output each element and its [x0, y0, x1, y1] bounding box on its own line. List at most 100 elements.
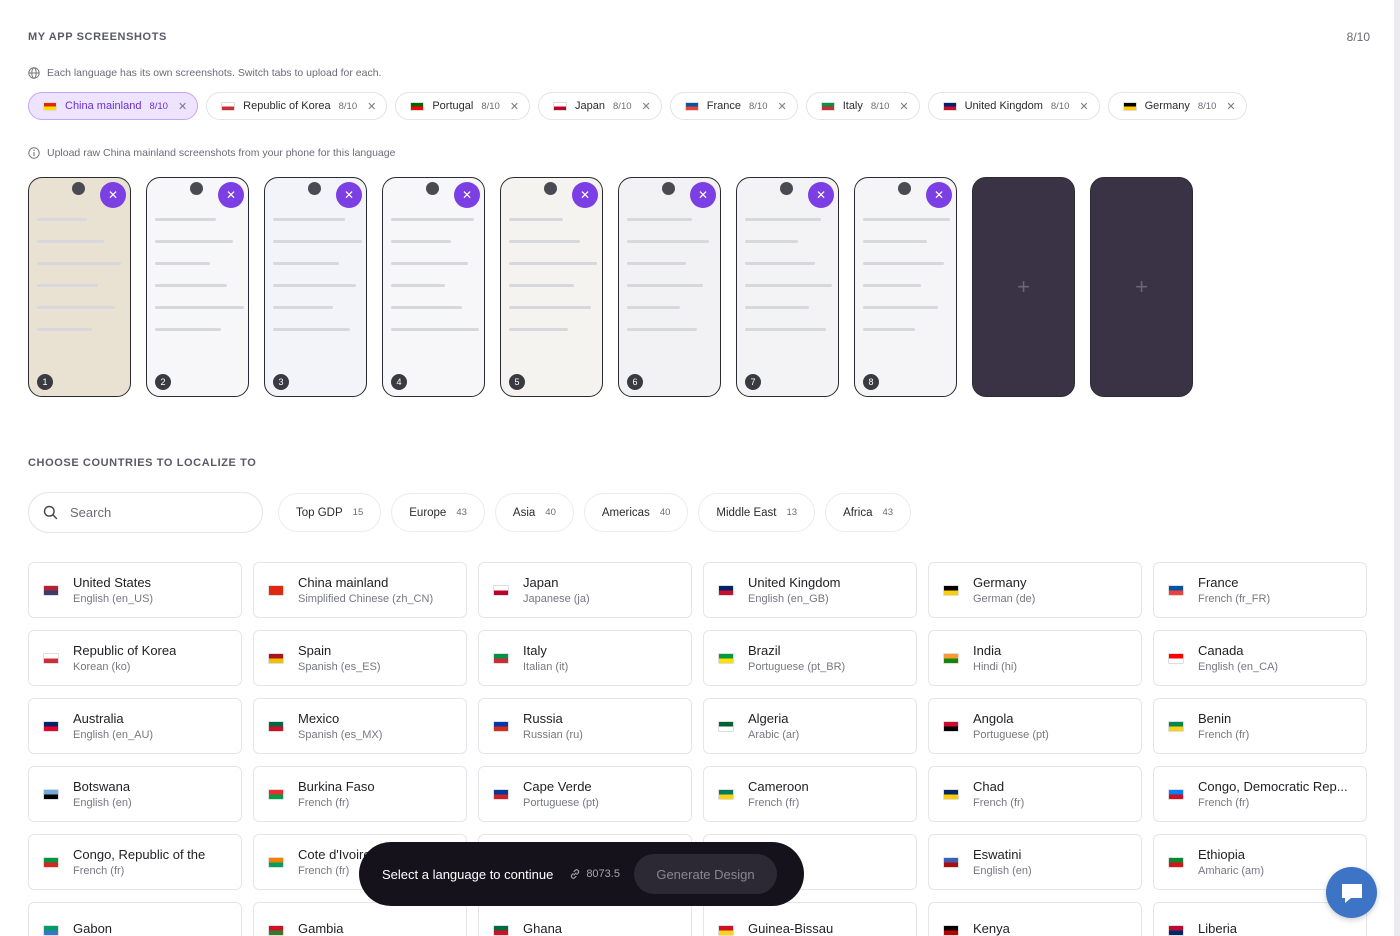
flag-icon [943, 584, 959, 596]
country-card[interactable]: Canada English (en_CA) [1153, 630, 1367, 686]
screenshot-thumbnail[interactable]: ✕ 7 [736, 177, 839, 397]
drag-handle-icon[interactable] [898, 182, 911, 195]
country-card[interactable]: United Kingdom English (en_GB) [703, 562, 917, 618]
tab-portugal[interactable]: Portugal 8/10 ✕ [395, 92, 531, 120]
flag-icon [268, 788, 284, 800]
tab-republic-of-korea[interactable]: Republic of Korea 8/10 ✕ [206, 92, 388, 120]
country-card[interactable]: Japan Japanese (ja) [478, 562, 692, 618]
country-card[interactable]: Algeria Arabic (ar) [703, 698, 917, 754]
tab-italy[interactable]: Italy 8/10 ✕ [805, 92, 920, 120]
country-card[interactable]: Brazil Portuguese (pt_BR) [703, 630, 917, 686]
country-card[interactable]: Spain Spanish (es_ES) [253, 630, 467, 686]
country-card[interactable]: India Hindi (hi) [928, 630, 1142, 686]
close-icon[interactable]: ✕ [367, 100, 376, 113]
remove-screenshot-button[interactable]: ✕ [100, 182, 126, 208]
country-card[interactable]: Chad French (fr) [928, 766, 1142, 822]
tab-china-mainland[interactable]: China mainland 8/10 ✕ [28, 92, 199, 120]
country-card[interactable]: Eswatini English (en) [928, 834, 1142, 890]
screenshot-thumbnail[interactable]: ✕ 1 [28, 177, 131, 397]
country-card[interactable]: Germany German (de) [928, 562, 1142, 618]
country-card[interactable]: Congo, Republic of the French (fr) [28, 834, 242, 890]
country-card[interactable]: Mexico Spanish (es_MX) [253, 698, 467, 754]
close-icon[interactable]: ✕ [1079, 100, 1088, 113]
country-card[interactable]: Botswana English (en) [28, 766, 242, 822]
country-card[interactable]: United States English (en_US) [28, 562, 242, 618]
drag-handle-icon[interactable] [662, 182, 675, 195]
country-card[interactable]: China mainland Simplified Chinese (zh_CN) [253, 562, 467, 618]
remove-screenshot-button[interactable]: ✕ [218, 182, 244, 208]
country-text: Benin French (fr) [1198, 711, 1249, 741]
screenshot-thumbnail[interactable]: ✕ 4 [382, 177, 485, 397]
country-card[interactable]: Russia Russian (ru) [478, 698, 692, 754]
country-text: Burkina Faso French (fr) [298, 779, 375, 809]
content-line [37, 328, 92, 331]
remove-screenshot-button[interactable]: ✕ [454, 182, 480, 208]
close-icon[interactable]: ✕ [178, 100, 187, 113]
drag-handle-icon[interactable] [72, 182, 85, 195]
drag-handle-icon[interactable] [544, 182, 557, 195]
drag-handle-icon[interactable] [308, 182, 321, 195]
country-card[interactable]: Angola Portuguese (pt) [928, 698, 1142, 754]
flag-icon [43, 924, 59, 936]
country-text: India Hindi (hi) [973, 643, 1017, 673]
country-card[interactable]: Gambia [253, 902, 467, 936]
screenshot-thumbnail[interactable]: ✕ 6 [618, 177, 721, 397]
screenshot-thumbnail[interactable]: ✕ 2 [146, 177, 249, 397]
screenshot-number: 3 [273, 374, 289, 390]
tab-germany[interactable]: Germany 8/10 ✕ [1107, 92, 1247, 120]
screenshot-number: 6 [627, 374, 643, 390]
flag-icon [1168, 856, 1184, 868]
chat-support-button[interactable] [1326, 867, 1377, 918]
close-icon[interactable]: ✕ [510, 100, 519, 113]
country-language: Italian (it) [523, 661, 569, 673]
tab-japan[interactable]: Japan 8/10 ✕ [538, 92, 662, 120]
remove-screenshot-button[interactable]: ✕ [336, 182, 362, 208]
country-card[interactable]: Congo, Democratic Rep... French (fr) [1153, 766, 1367, 822]
country-card[interactable]: Burkina Faso French (fr) [253, 766, 467, 822]
country-card[interactable]: Italy Italian (it) [478, 630, 692, 686]
language-info: Each language has its own screenshots. S… [28, 67, 381, 79]
country-card[interactable]: Guinea-Bissau [703, 902, 917, 936]
country-card[interactable]: France French (fr_FR) [1153, 562, 1367, 618]
close-icon[interactable]: ✕ [899, 100, 908, 113]
country-card[interactable]: Cameroon French (fr) [703, 766, 917, 822]
remove-screenshot-button[interactable]: ✕ [808, 182, 834, 208]
flag-icon [553, 101, 568, 111]
country-card[interactable]: Kenya [928, 902, 1142, 936]
country-card[interactable]: Cape Verde Portuguese (pt) [478, 766, 692, 822]
add-screenshot-slot[interactable]: + [972, 177, 1075, 397]
add-screenshot-slot[interactable]: + [1090, 177, 1193, 397]
drag-handle-icon[interactable] [426, 182, 439, 195]
drag-handle-icon[interactable] [190, 182, 203, 195]
region-chip-asia[interactable]: Asia 40 [494, 493, 574, 532]
country-card[interactable]: Gabon [28, 902, 242, 936]
close-icon[interactable]: ✕ [642, 100, 651, 113]
page-scrollbar[interactable] [1394, 0, 1400, 936]
remove-screenshot-button[interactable]: ✕ [690, 182, 716, 208]
drag-handle-icon[interactable] [780, 182, 793, 195]
content-line [391, 306, 462, 309]
screenshot-thumbnail[interactable]: ✕ 8 [854, 177, 957, 397]
region-chip-top-gdp[interactable]: Top GDP 15 [278, 493, 382, 532]
link-icon [571, 869, 580, 879]
country-card[interactable]: Ghana [478, 902, 692, 936]
screenshot-thumbnail[interactable]: ✕ 5 [500, 177, 603, 397]
country-card[interactable]: Republic of Korea Korean (ko) [28, 630, 242, 686]
region-chip-middle-east[interactable]: Middle East 13 [698, 493, 816, 532]
remove-screenshot-button[interactable]: ✕ [572, 182, 598, 208]
flag-icon [1168, 652, 1184, 664]
close-icon[interactable]: ✕ [1226, 100, 1235, 113]
region-chip-americas[interactable]: Americas 40 [583, 493, 689, 532]
tab-united-kingdom[interactable]: United Kingdom 8/10 ✕ [927, 92, 1100, 120]
search-input[interactable] [70, 505, 240, 520]
region-chip-africa[interactable]: Africa 43 [825, 493, 912, 532]
country-search[interactable] [28, 492, 263, 533]
screenshot-thumbnail[interactable]: ✕ 3 [264, 177, 367, 397]
country-card[interactable]: Benin French (fr) [1153, 698, 1367, 754]
close-icon[interactable]: ✕ [777, 100, 786, 113]
remove-screenshot-button[interactable]: ✕ [926, 182, 952, 208]
generate-design-button[interactable]: Generate Design [633, 854, 777, 894]
tab-france[interactable]: France 8/10 ✕ [669, 92, 798, 120]
region-chip-europe[interactable]: Europe 43 [391, 493, 485, 532]
country-card[interactable]: Australia English (en_AU) [28, 698, 242, 754]
